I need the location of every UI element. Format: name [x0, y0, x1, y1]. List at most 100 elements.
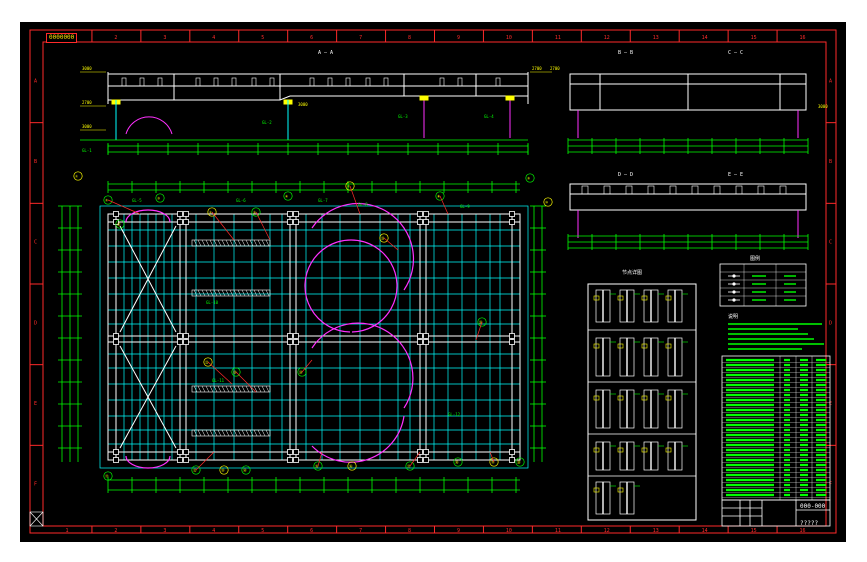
column-node: [113, 339, 119, 345]
border-column-label: 8: [408, 528, 411, 534]
border-column-label: 5: [261, 35, 264, 41]
border-row-label: A: [34, 78, 37, 84]
column-node: [177, 339, 183, 345]
border-column-label: 15: [751, 528, 757, 534]
column-node: [113, 449, 119, 455]
member-tag: GL-10: [206, 300, 219, 305]
view-title-bb: B — B: [618, 50, 633, 56]
border-row-label: B: [34, 159, 37, 165]
member-tag: GL-11: [212, 378, 225, 383]
callout-number: ㉑: [117, 222, 121, 227]
border-column-label: 16: [800, 528, 806, 534]
column-node: [293, 211, 299, 217]
notes-title: 说明: [728, 313, 738, 320]
elev-tag: 3000: [82, 66, 92, 71]
elev-tag: 2700: [532, 66, 542, 71]
border-row-label: D: [34, 320, 37, 326]
border-column-label: 11: [555, 528, 561, 534]
border-row-label: C: [829, 240, 832, 246]
column-node: [113, 211, 119, 217]
view-title-main-elevation: A — A: [318, 50, 333, 56]
column-node: [417, 339, 423, 345]
column-node: [177, 211, 183, 217]
border-column-label: 9: [457, 35, 460, 41]
elev-tag: 3000: [82, 124, 92, 129]
column-node: [423, 457, 429, 463]
elev-tag: 2700: [550, 66, 560, 71]
column-node: [287, 339, 293, 345]
callout-number: ⑱: [455, 460, 459, 465]
view-title-ee: E — E: [728, 172, 743, 178]
column-node: [177, 457, 183, 463]
column-node: [183, 457, 189, 463]
column-node: [287, 449, 293, 455]
column-node: [417, 211, 423, 217]
column-node: [293, 219, 299, 225]
legend-title: 图例: [750, 255, 760, 262]
view-title-cc: C — C: [728, 50, 743, 56]
border-column-label: 2: [114, 528, 117, 534]
column-node: [113, 333, 119, 339]
column-node: [113, 457, 119, 463]
column-node: [293, 339, 299, 345]
column-node: [509, 219, 515, 225]
border-column-label: 15: [751, 35, 757, 41]
border-column-label: 6: [310, 528, 313, 534]
member-tag: GL-5: [132, 198, 142, 203]
column-node: [183, 211, 189, 217]
drawing-stamp: 0000000: [46, 33, 78, 43]
border-column-label: 9: [457, 528, 460, 534]
column-node: [417, 219, 423, 225]
column-node: [177, 219, 183, 225]
column-node: [183, 339, 189, 345]
column-node: [423, 333, 429, 339]
cad-drawing-sheet: 1122334455667788991010111112121313141415…: [0, 0, 867, 562]
column-node: [509, 449, 515, 455]
column-node: [183, 333, 189, 339]
column-node: [509, 333, 515, 339]
elev-tag: 2700: [82, 100, 92, 105]
column-node: [423, 211, 429, 217]
member-tag: GL-1: [82, 148, 92, 153]
column-node: [509, 211, 515, 217]
column-node: [287, 219, 293, 225]
border-row-label: A: [829, 78, 832, 84]
member-tag: GL-2: [262, 120, 272, 125]
details-title: 节点详图: [622, 269, 642, 276]
column-node: [183, 449, 189, 455]
border-column-label: 11: [555, 35, 561, 41]
legend-symbol-node: [732, 274, 736, 278]
column-node: [287, 457, 293, 463]
border-row-label: F: [34, 482, 37, 488]
column-node: [287, 333, 293, 339]
callout-number: ⑪: [105, 474, 109, 479]
column-node: [183, 219, 189, 225]
border-column-label: 4: [212, 35, 215, 41]
title-block-drawing-code: 000-000: [800, 503, 826, 510]
border-column-label: 3: [163, 528, 166, 534]
column-node: [423, 219, 429, 225]
member-tag: GL-7: [318, 198, 328, 203]
callout-number: ⑬: [221, 468, 225, 473]
column-node: [293, 457, 299, 463]
border-column-label: 12: [604, 35, 610, 41]
column-node: [509, 457, 515, 463]
border-column-label: 14: [702, 35, 708, 41]
column-node: [177, 333, 183, 339]
border-row-label: B: [829, 159, 832, 165]
border-column-label: 4: [212, 528, 215, 534]
border-column-label: 3: [163, 35, 166, 41]
border-row-label: E: [34, 401, 37, 407]
column-node: [509, 339, 515, 345]
border-column-label: 1: [65, 528, 68, 534]
border-column-label: 14: [702, 528, 708, 534]
callout-number: ⑭: [243, 468, 247, 473]
border-column-label: 13: [653, 528, 659, 534]
elev-tag: 3000: [298, 102, 308, 107]
border-column-label: 7: [359, 35, 362, 41]
border-column-label: 10: [506, 35, 512, 41]
border-column-label: 16: [800, 35, 806, 41]
member-tag: GL-3: [398, 114, 408, 119]
border-column-label: 12: [604, 528, 610, 534]
border-column-label: 8: [408, 35, 411, 41]
